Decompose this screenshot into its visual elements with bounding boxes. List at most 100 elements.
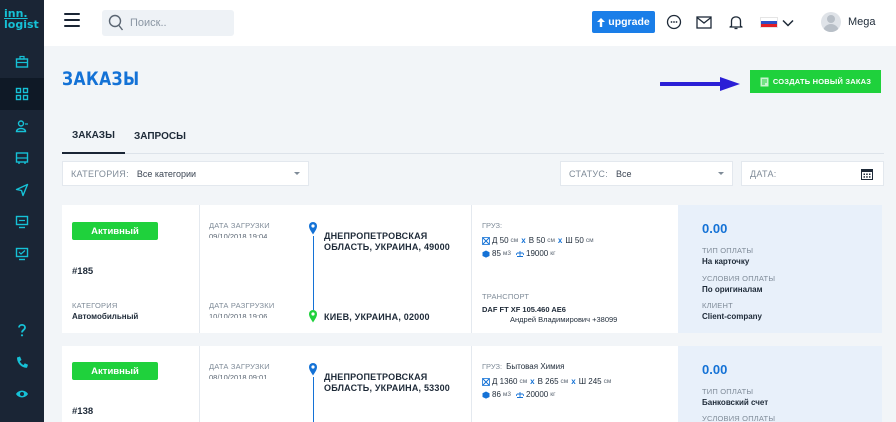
help-icon (18, 323, 26, 337)
category-label: КАТЕГОРИЯ (72, 301, 118, 310)
sidebar-item-phone[interactable] (0, 346, 44, 378)
upgrade-button[interactable]: upgrade (592, 11, 655, 33)
location-pin-icon (309, 222, 317, 235)
page-title: ЗАКАЗЫ (62, 68, 140, 90)
category-filter-label: КАТЕГОРИЯ: (71, 168, 129, 179)
sidebar-item-eye[interactable] (0, 378, 44, 410)
order-price: 0.00 (702, 362, 728, 377)
status-filter-label: СТАТУС: (569, 168, 609, 179)
transport-value: DAF FT XF 105.460 AE6 (482, 305, 566, 314)
load-date-value: 09/10/2018 19:04 (209, 232, 268, 238)
unload-date-value: 10/10/2018 19:06 (209, 312, 268, 318)
document-plus-icon (760, 77, 769, 86)
document-icon (15, 247, 29, 261)
mail-icon[interactable] (694, 12, 714, 32)
phone-icon (17, 356, 28, 368)
caret-down-icon (718, 172, 724, 175)
cargo-dimensions: Д 50 см x В 50 см x Ш 50 см (482, 236, 594, 245)
payment-type-value: На карточку (702, 257, 750, 266)
bell-icon[interactable] (726, 12, 746, 32)
payment-terms-label: УСЛОВИЯ ОПЛАТЫ (702, 414, 776, 422)
driver-value: Андрей Владимирович +38099 (510, 315, 618, 324)
create-order-button[interactable]: СОЗДАТЬ НОВЫЙ ЗАКАЗ (750, 70, 881, 93)
cargo-dimensions: Д 1360 см x В 265 см x Ш 245 см (482, 377, 611, 386)
cargo-volume-weight: 85 м3 19000 кг (482, 249, 555, 258)
sidebar-item-documents[interactable] (0, 238, 44, 270)
app-root: inn. logist Поиск.. upgrade Mega ЗАКАЗЫ … (0, 0, 896, 422)
cube-icon (482, 250, 490, 258)
avatar[interactable] (821, 12, 841, 32)
search-box[interactable] (102, 10, 234, 36)
truck-icon (15, 152, 29, 164)
client-label: КЛИЕНТ (702, 301, 733, 310)
payment-terms-value: По оригиналам (702, 285, 763, 294)
location-pin-icon (309, 310, 317, 323)
arrow-up-icon (597, 17, 606, 27)
chat-icon[interactable] (664, 12, 684, 32)
status-badge: Активный (72, 222, 158, 240)
category-value: Автомобильный (72, 312, 139, 321)
status-filter[interactable]: СТАТУС: Все (560, 161, 733, 186)
transport-label: ТРАНСПОРТ (482, 292, 530, 301)
order-payment-panel (678, 346, 882, 422)
load-date-label: ДАТА ЗАГРУЗКИ (209, 221, 270, 230)
sidebar-item-briefcase[interactable] (0, 46, 44, 78)
category-filter-value: Все категории (136, 168, 197, 179)
search-icon (108, 14, 124, 31)
from-address-line1: ДНЕПРОПЕТРОВСКАЯ (324, 231, 428, 241)
order-number[interactable]: #138 (72, 406, 93, 417)
briefcase-icon (15, 55, 29, 68)
calendar-icon (861, 169, 873, 180)
caret-down-icon (294, 172, 300, 175)
grid-icon (15, 87, 29, 101)
payment-type-label: ТИП ОПЛАТЫ (702, 387, 754, 396)
order-number[interactable]: #185 (72, 266, 93, 277)
dimensions-icon (482, 236, 490, 245)
menu-icon[interactable] (64, 13, 80, 27)
sidebar-item-orders[interactable] (0, 78, 44, 110)
chevron-down-icon[interactable] (778, 13, 798, 33)
logo-line2: logist (4, 18, 39, 31)
tab-orders[interactable]: ЗАКАЗЫ (62, 118, 125, 154)
tabs: ЗАКАЗЫ ЗАПРОСЫ (62, 118, 884, 154)
upgrade-label: upgrade (608, 16, 650, 28)
sidebar-item-truck[interactable] (0, 142, 44, 174)
dimensions-icon (482, 377, 490, 386)
client-value[interactable]: Client-company (702, 312, 762, 321)
search-input[interactable] (130, 14, 230, 32)
cube-icon (482, 391, 490, 399)
logo[interactable]: inn. logist (4, 8, 40, 38)
order-card[interactable]: Активный #138 ДАТА ЗАГРУЗКИ 08/10/2018 0… (62, 346, 882, 422)
sidebar-item-users[interactable] (0, 110, 44, 142)
sidebar-item-monitor[interactable] (0, 206, 44, 238)
username[interactable]: Mega (848, 16, 876, 28)
unload-date-label: ДАТА РАЗГРУЗКИ (209, 301, 275, 310)
cargo-volume-weight: 86 м3 20000 кг (482, 390, 555, 399)
status-badge: Активный (72, 362, 158, 380)
eye-icon (16, 390, 28, 398)
route-line (313, 377, 314, 422)
category-filter[interactable]: КАТЕГОРИЯ: Все категории (62, 161, 309, 186)
create-order-label: СОЗДАТЬ НОВЫЙ ЗАКАЗ (772, 77, 872, 86)
sidebar-item-send[interactable] (0, 174, 44, 206)
topbar: upgrade Mega (44, 0, 896, 46)
order-price: 0.00 (702, 221, 728, 236)
load-date-label: ДАТА ЗАГРУЗКИ (209, 362, 270, 371)
date-filter[interactable]: ДАТА: (741, 161, 884, 186)
payment-type-label: ТИП ОПЛАТЫ (702, 246, 754, 255)
from-address-line2: ОБЛАСТЬ, УКРАИНА, 49000 (324, 242, 450, 252)
users-icon (15, 120, 28, 133)
sidebar: inn. logist (0, 0, 44, 422)
arrow-right-icon (660, 77, 740, 91)
cargo-label: ГРУЗ: Бытовая Химия (482, 362, 565, 371)
tab-requests[interactable]: ЗАПРОСЫ (134, 118, 186, 154)
status-filter-value: Все (616, 168, 632, 179)
language-flag-icon[interactable] (760, 17, 778, 28)
sidebar-item-help[interactable] (0, 314, 44, 346)
to-address: КИЕВ, УКРАИНА, 02000 (324, 312, 430, 322)
weight-icon (516, 391, 524, 398)
payment-terms-label: УСЛОВИЯ ОПЛАТЫ (702, 274, 776, 283)
route-line (313, 236, 314, 310)
weight-icon (516, 250, 524, 257)
order-card[interactable]: Активный #185 КАТЕГОРИЯ Автомобильный ДА… (62, 205, 882, 333)
